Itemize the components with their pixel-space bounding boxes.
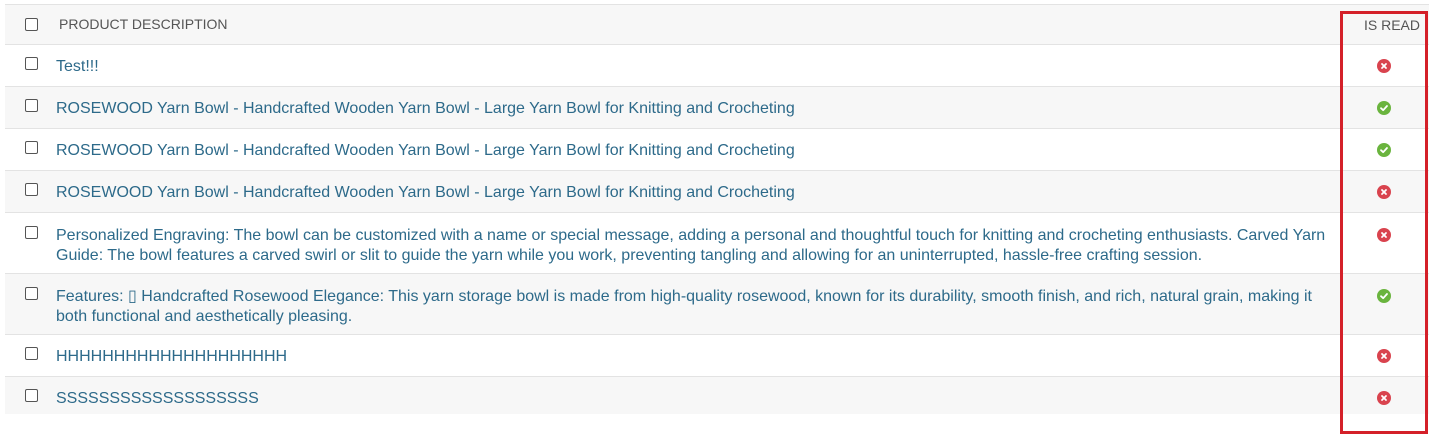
is-read-cell xyxy=(1338,183,1429,199)
header-is-read-cell: IS READ xyxy=(1338,17,1429,33)
is-read-cell xyxy=(1338,287,1429,303)
description-cell: HHHHHHHHHHHHHHHHHHHH xyxy=(56,347,1338,367)
is-read-cell xyxy=(1338,141,1429,157)
table-row[interactable]: Features: ▯ Handcrafted Rosewood Eleganc… xyxy=(5,274,1429,335)
row-select-cell xyxy=(5,287,56,300)
table-body: Test!!! ROSEWOOD Yarn Bowl - Handcrafted … xyxy=(5,45,1429,414)
column-header-product-description[interactable]: PRODUCT DESCRIPTION xyxy=(56,16,228,32)
table-row[interactable]: HHHHHHHHHHHHHHHHHHHH xyxy=(5,335,1429,377)
description-cell: ROSEWOOD Yarn Bowl - Handcrafted Wooden … xyxy=(56,141,1338,161)
row-select-cell xyxy=(5,183,56,196)
x-circle-icon xyxy=(1377,391,1391,405)
table-row[interactable]: ROSEWOOD Yarn Bowl - Handcrafted Wooden … xyxy=(5,171,1429,213)
is-read-cell xyxy=(1338,347,1429,363)
description-cell: Features: ▯ Handcrafted Rosewood Eleganc… xyxy=(56,287,1338,327)
row-checkbox[interactable] xyxy=(25,141,38,154)
table-row[interactable]: Personalized Engraving: The bowl can be … xyxy=(5,213,1429,274)
table-row[interactable]: SSSSSSSSSSSSSSSSSSS xyxy=(5,377,1429,414)
select-all-cell xyxy=(5,18,56,31)
table-header: PRODUCT DESCRIPTION IS READ xyxy=(5,4,1429,45)
product-description-link[interactable]: Personalized Engraving: The bowl can be … xyxy=(56,227,1325,264)
description-cell: SSSSSSSSSSSSSSSSSSS xyxy=(56,389,1338,409)
is-read-cell xyxy=(1338,226,1429,242)
row-checkbox[interactable] xyxy=(25,226,38,239)
row-checkbox[interactable] xyxy=(25,389,38,402)
x-circle-icon xyxy=(1377,228,1391,242)
product-description-link[interactable]: ROSEWOOD Yarn Bowl - Handcrafted Wooden … xyxy=(56,184,795,201)
check-circle-icon xyxy=(1377,143,1391,157)
description-cell: Test!!! xyxy=(56,57,1338,77)
description-cell: ROSEWOOD Yarn Bowl - Handcrafted Wooden … xyxy=(56,183,1338,203)
check-circle-icon xyxy=(1377,289,1391,303)
row-select-cell xyxy=(5,57,56,70)
is-read-cell xyxy=(1338,389,1429,405)
table-row[interactable]: ROSEWOOD Yarn Bowl - Handcrafted Wooden … xyxy=(5,87,1429,129)
product-description-link[interactable]: ROSEWOOD Yarn Bowl - Handcrafted Wooden … xyxy=(56,100,795,117)
row-select-cell xyxy=(5,99,56,112)
is-read-cell xyxy=(1338,57,1429,73)
header-description-cell: PRODUCT DESCRIPTION xyxy=(56,16,1338,34)
row-checkbox[interactable] xyxy=(25,183,38,196)
column-header-is-read[interactable]: IS READ xyxy=(1338,17,1429,33)
products-table: PRODUCT DESCRIPTION IS READ Test!!! ROSEW… xyxy=(5,4,1429,414)
product-description-link[interactable]: Test!!! xyxy=(56,58,99,75)
row-checkbox[interactable] xyxy=(25,57,38,70)
is-read-cell xyxy=(1338,99,1429,115)
check-circle-icon xyxy=(1377,101,1391,115)
row-select-cell xyxy=(5,226,56,239)
row-select-cell xyxy=(5,347,56,360)
product-description-link[interactable]: Features: ▯ Handcrafted Rosewood Eleganc… xyxy=(56,288,1312,325)
row-select-cell xyxy=(5,141,56,154)
product-description-link[interactable]: SSSSSSSSSSSSSSSSSSS xyxy=(56,390,259,407)
select-all-checkbox[interactable] xyxy=(25,18,38,31)
description-cell: ROSEWOOD Yarn Bowl - Handcrafted Wooden … xyxy=(56,99,1338,119)
x-circle-icon xyxy=(1377,185,1391,199)
product-description-link[interactable]: HHHHHHHHHHHHHHHHHHHH xyxy=(56,348,287,365)
table-row[interactable]: ROSEWOOD Yarn Bowl - Handcrafted Wooden … xyxy=(5,129,1429,171)
x-circle-icon xyxy=(1377,59,1391,73)
x-circle-icon xyxy=(1377,349,1391,363)
row-checkbox[interactable] xyxy=(25,347,38,360)
row-select-cell xyxy=(5,389,56,402)
table-row[interactable]: Test!!! xyxy=(5,45,1429,87)
row-checkbox[interactable] xyxy=(25,287,38,300)
product-description-link[interactable]: ROSEWOOD Yarn Bowl - Handcrafted Wooden … xyxy=(56,142,795,159)
description-cell: Personalized Engraving: The bowl can be … xyxy=(56,226,1338,266)
row-checkbox[interactable] xyxy=(25,99,38,112)
